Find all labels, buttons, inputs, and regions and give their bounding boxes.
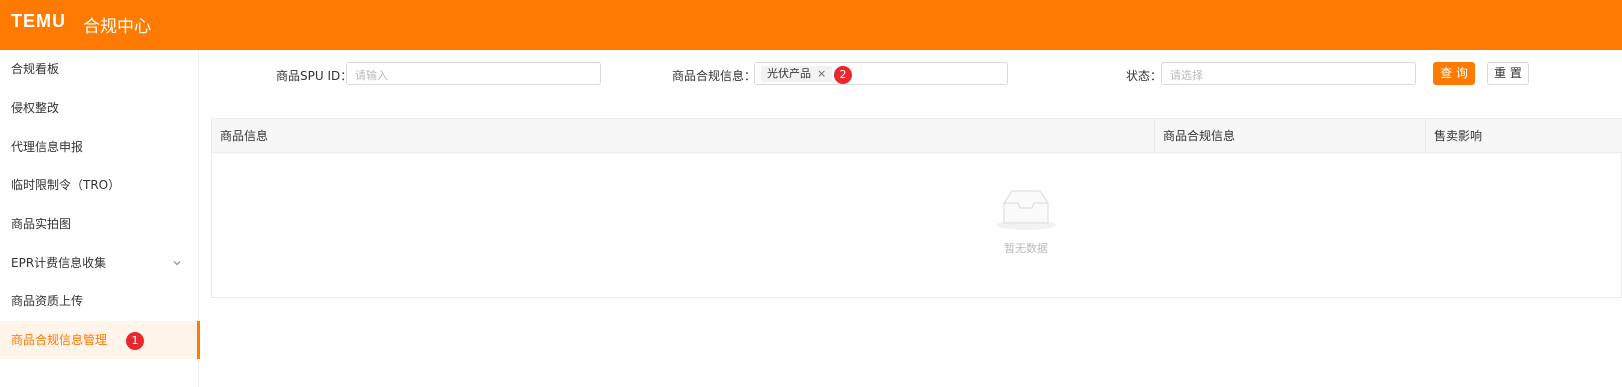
sidebar-item-compliance-management[interactable]: 商品合规信息管理 1: [0, 321, 200, 359]
annotation-marker-1: 1: [126, 332, 144, 350]
reset-button[interactable]: 重 置: [1487, 62, 1529, 85]
sidebar-item-infringement[interactable]: 侵权整改: [0, 89, 199, 127]
sidebar-item-label: 合规看板: [11, 62, 60, 76]
sidebar: 合规看板 侵权整改 代理信息申报 临时限制令（TRO） 商品实拍图 EPR计费信…: [0, 50, 200, 387]
top-bar: TEMU 合规中心: [0, 0, 1622, 50]
sidebar-item-label: 商品实拍图: [11, 217, 72, 231]
spu-id-label: 商品SPU ID：: [276, 69, 353, 83]
compliance-info-label: 商品合规信息：: [672, 69, 757, 83]
sidebar-item-epr[interactable]: EPR计费信息收集: [0, 244, 199, 282]
chevron-down-icon[interactable]: [172, 258, 182, 268]
sidebar-item-agent-info[interactable]: 代理信息申报: [0, 128, 199, 166]
column-header-sales-impact: 售卖影响: [1425, 119, 1622, 153]
empty-text: 暂无数据: [1004, 242, 1048, 255]
status-select[interactable]: 请选择: [1161, 62, 1416, 85]
sidebar-item-product-photos[interactable]: 商品实拍图: [0, 205, 199, 243]
sidebar-item-tro[interactable]: 临时限制令（TRO）: [0, 166, 199, 204]
sidebar-item-label: 代理信息申报: [11, 140, 84, 154]
selected-tag-label: 光伏产品: [767, 67, 811, 80]
compliance-info-select[interactable]: 光伏产品 × 2: [754, 62, 1008, 85]
column-header-product-info: 商品信息: [220, 129, 269, 143]
status-label: 状态：: [1126, 69, 1163, 83]
sidebar-item-qualification-upload[interactable]: 商品资质上传: [0, 282, 199, 320]
sidebar-item-label: EPR计费信息收集: [11, 256, 107, 270]
table-header: 商品信息 商品合规信息 售卖影响: [212, 119, 1622, 153]
sidebar-item-label: 商品合规信息管理: [11, 333, 108, 347]
annotation-marker-2: 2: [834, 66, 852, 84]
results-table: 商品信息 商品合规信息 售卖影响 暂无数据: [211, 118, 1622, 298]
column-header-compliance-info: 商品合规信息: [1154, 119, 1425, 153]
empty-inbox-icon: [996, 190, 1056, 230]
query-button[interactable]: 查 询: [1433, 62, 1475, 85]
spu-id-input[interactable]: 请输入: [346, 62, 601, 85]
close-icon[interactable]: ×: [817, 67, 826, 80]
spu-id-placeholder: 请输入: [355, 69, 388, 82]
temu-logo[interactable]: TEMU: [11, 11, 66, 32]
selected-tag: 光伏产品 ×: [761, 66, 833, 82]
app-title: 合规中心: [83, 17, 151, 37]
sidebar-item-label: 侵权整改: [11, 101, 60, 115]
status-placeholder: 请选择: [1170, 69, 1203, 82]
sidebar-item-dashboard[interactable]: 合规看板: [0, 50, 199, 88]
sidebar-item-label: 临时限制令（TRO）: [11, 178, 121, 192]
sidebar-item-label: 商品资质上传: [11, 294, 84, 308]
